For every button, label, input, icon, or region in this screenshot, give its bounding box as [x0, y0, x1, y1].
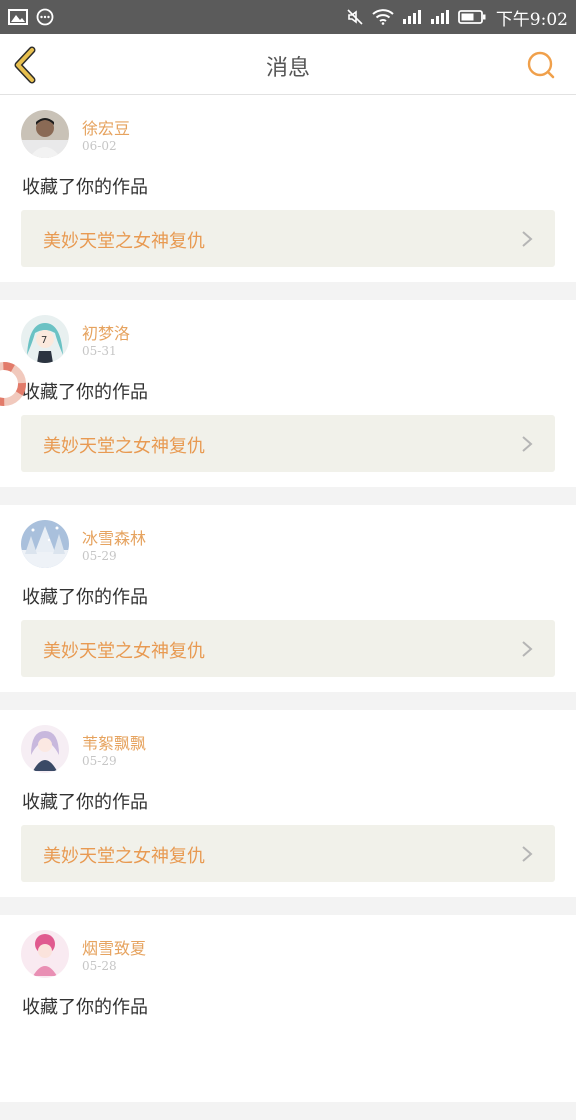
list-item: 烟雪致夏 05-28 收藏了你的作品	[0, 915, 576, 1102]
list-item: 徐宏豆 06-02 收藏了你的作品 美妙天堂之女神复仇	[0, 95, 576, 282]
list-item: 7 初梦洛 05-31 收藏了你的作品 美妙天堂之女神复仇	[0, 300, 576, 487]
message-date: 05-29	[82, 549, 117, 563]
work-title: 美妙天堂之女神复仇	[43, 846, 205, 867]
image-icon	[8, 9, 28, 25]
avatar[interactable]	[21, 725, 69, 773]
wifi-icon	[372, 9, 394, 25]
floating-assist-button[interactable]	[0, 362, 26, 406]
avatar[interactable]	[21, 110, 69, 158]
page-title: 消息	[265, 56, 310, 81]
work-link[interactable]: 美妙天堂之女神复仇	[21, 825, 555, 882]
work-title: 美妙天堂之女神复仇	[43, 641, 205, 662]
search-button[interactable]	[526, 50, 556, 80]
signal-icon	[402, 9, 422, 25]
work-link[interactable]: 美妙天堂之女神复仇	[21, 620, 555, 677]
message-date: 05-29	[82, 754, 117, 768]
svg-text:7: 7	[41, 335, 47, 346]
nav-header: 消息	[0, 34, 576, 95]
avatar[interactable]: 7	[21, 315, 69, 363]
clock: 下午9:02	[495, 9, 568, 30]
lifebuoy-icon	[0, 362, 26, 406]
status-bar: 下午9:02	[0, 0, 576, 34]
chevron-right-icon	[522, 231, 533, 247]
action-text: 收藏了你的作品	[22, 382, 148, 403]
list-item: 冰雪森林 05-29 收藏了你的作品 美妙天堂之女神复仇	[0, 505, 576, 692]
username[interactable]: 烟雪致夏	[82, 935, 146, 959]
chevron-right-icon	[522, 436, 533, 452]
username[interactable]: 冰雪森林	[82, 525, 146, 549]
action-text: 收藏了你的作品	[22, 587, 148, 608]
battery-icon	[457, 9, 486, 25]
chevron-right-icon	[522, 846, 533, 862]
avatar[interactable]	[21, 930, 69, 978]
work-link[interactable]: 美妙天堂之女神复仇	[21, 210, 555, 267]
chevron-right-icon	[522, 641, 533, 657]
message-date: 06-02	[82, 139, 117, 153]
work-title: 美妙天堂之女神复仇	[43, 436, 205, 457]
avatar[interactable]	[21, 520, 69, 568]
signal-icon	[430, 9, 450, 25]
action-text: 收藏了你的作品	[22, 997, 148, 1018]
username[interactable]: 苇絮飘飘	[82, 730, 146, 754]
action-text: 收藏了你的作品	[22, 792, 148, 813]
message-date: 05-31	[82, 344, 117, 358]
message-list: 徐宏豆 06-02 收藏了你的作品 美妙天堂之女神复仇 7 初梦洛 05-31 …	[0, 95, 576, 1120]
search-icon	[527, 51, 555, 79]
work-link[interactable]: 美妙天堂之女神复仇	[21, 415, 555, 472]
message-date: 05-28	[82, 959, 117, 973]
list-item: 苇絮飘飘 05-29 收藏了你的作品 美妙天堂之女神复仇	[0, 710, 576, 897]
username[interactable]: 初梦洛	[82, 320, 130, 344]
chat-icon	[36, 8, 54, 26]
username[interactable]: 徐宏豆	[82, 115, 130, 139]
action-text: 收藏了你的作品	[22, 177, 148, 198]
work-title: 美妙天堂之女神复仇	[43, 231, 205, 252]
mute-icon	[346, 8, 364, 26]
